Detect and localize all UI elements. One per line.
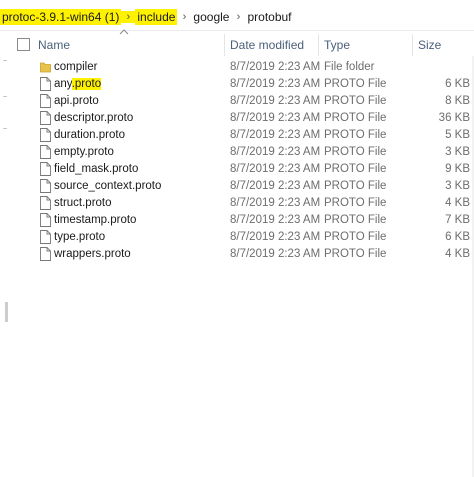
file-name-text: any.proto: [54, 78, 102, 90]
file-date: 8/7/2019 2:23 AM: [230, 61, 321, 73]
file-type: PROTO File: [324, 95, 387, 107]
list-item-struct-proto[interactable]: struct.proto 8/7/2019 2:23 AM PROTO File…: [0, 195, 474, 212]
file-name: source_context.proto: [54, 180, 162, 192]
file-size: 4 KB: [445, 197, 470, 209]
navigation-scrollbar[interactable]: [5, 302, 8, 322]
folder-icon: [40, 62, 51, 73]
file-date: 8/7/2019 2:23 AM: [230, 214, 321, 226]
file-icon: [40, 196, 51, 210]
file-date: 8/7/2019 2:23 AM: [230, 95, 321, 107]
list-item-wrappers-proto[interactable]: wrappers.proto 8/7/2019 2:23 AM PROTO Fi…: [0, 246, 474, 263]
file-explorer-window: protoc-3.9.1-win64 (1) › include › googl…: [0, 0, 474, 477]
breadcrumb-divider: [0, 30, 474, 31]
file-list: compiler 8/7/2019 2:23 AM File folder an…: [0, 59, 474, 263]
file-size: 36 KB: [438, 112, 470, 124]
column-header-size[interactable]: Size: [418, 38, 441, 52]
file-name: type.proto: [54, 231, 106, 243]
file-type: PROTO File: [324, 146, 387, 158]
file-icon: [40, 179, 51, 193]
file-size: 6 KB: [445, 231, 470, 243]
file-size: 6 KB: [445, 78, 470, 90]
file-icon: [40, 128, 51, 142]
file-name: timestamp.proto: [54, 214, 137, 226]
file-icon: [40, 111, 51, 125]
file-name: api.proto: [54, 95, 99, 107]
file-date: 8/7/2019 2:23 AM: [230, 112, 321, 124]
file-size: 8 KB: [445, 95, 470, 107]
file-type: PROTO File: [324, 231, 387, 243]
file-type: PROTO File: [324, 214, 387, 226]
file-name: any.proto: [54, 78, 102, 90]
breadcrumb-item-include[interactable]: include: [135, 9, 178, 25]
file-icon: [40, 77, 51, 91]
file-date: 8/7/2019 2:23 AM: [230, 197, 321, 209]
list-item-empty-proto[interactable]: empty.proto 8/7/2019 2:23 AM PROTO File …: [0, 144, 474, 161]
list-item-duration-proto[interactable]: duration.proto 8/7/2019 2:23 AM PROTO Fi…: [0, 127, 474, 144]
list-item-descriptor-proto[interactable]: descriptor.proto 8/7/2019 2:23 AM PROTO …: [0, 110, 474, 127]
file-size: 3 KB: [445, 146, 470, 158]
file-size: 4 KB: [445, 248, 470, 260]
list-item-api-proto[interactable]: api.proto 8/7/2019 2:23 AM PROTO File 8 …: [0, 93, 474, 110]
file-name: wrappers.proto: [54, 248, 131, 260]
list-item-field-mask-proto[interactable]: field_mask.proto 8/7/2019 2:23 AM PROTO …: [0, 161, 474, 178]
file-icon: [40, 230, 51, 244]
breadcrumb-item-google[interactable]: google: [191, 9, 231, 25]
chevron-right-icon[interactable]: ›: [231, 11, 245, 23]
file-icon: [40, 162, 51, 176]
file-type: PROTO File: [324, 129, 387, 141]
file-icon: [40, 247, 51, 261]
file-type: PROTO File: [324, 180, 387, 192]
file-date: 8/7/2019 2:23 AM: [230, 78, 321, 90]
file-date: 8/7/2019 2:23 AM: [230, 163, 321, 175]
file-type: PROTO File: [324, 248, 387, 260]
column-header-name[interactable]: Name: [38, 38, 70, 52]
file-type: PROTO File: [324, 78, 387, 90]
file-name: compiler: [54, 61, 98, 73]
chevron-right-icon[interactable]: ›: [177, 11, 191, 23]
file-date: 8/7/2019 2:23 AM: [230, 146, 321, 158]
file-date: 8/7/2019 2:23 AM: [230, 180, 321, 192]
file-size: 9 KB: [445, 163, 470, 175]
column-header-row: Name Date modified Type Size: [0, 34, 474, 54]
column-header-date-modified[interactable]: Date modified: [230, 38, 304, 52]
file-name: empty.proto: [54, 146, 114, 158]
file-name: descriptor.proto: [54, 112, 134, 124]
highlighted-extension: .proto: [71, 78, 102, 90]
list-item-compiler[interactable]: compiler 8/7/2019 2:23 AM File folder: [0, 59, 474, 76]
file-name: struct.proto: [54, 197, 112, 209]
file-type: PROTO File: [324, 163, 387, 175]
chevron-right-icon[interactable]: ›: [121, 11, 136, 23]
file-icon: [40, 145, 51, 159]
file-icon: [40, 213, 51, 227]
list-item-source-context-proto[interactable]: source_context.proto 8/7/2019 2:23 AM PR…: [0, 178, 474, 195]
file-date: 8/7/2019 2:23 AM: [230, 231, 321, 243]
list-item-timestamp-proto[interactable]: timestamp.proto 8/7/2019 2:23 AM PROTO F…: [0, 212, 474, 229]
column-divider[interactable]: [318, 34, 319, 56]
file-size: 3 KB: [445, 180, 470, 192]
column-divider[interactable]: [224, 34, 225, 56]
file-type: PROTO File: [324, 112, 387, 124]
column-header-type[interactable]: Type: [324, 38, 350, 52]
file-type: PROTO File: [324, 197, 387, 209]
file-icon: [40, 94, 51, 108]
breadcrumb: protoc-3.9.1-win64 (1) › include › googl…: [0, 6, 474, 28]
breadcrumb-item-protobuf[interactable]: protobuf: [245, 9, 293, 25]
column-divider[interactable]: [412, 34, 413, 56]
file-date: 8/7/2019 2:23 AM: [230, 129, 321, 141]
file-size: 5 KB: [445, 129, 470, 141]
file-name: field_mask.proto: [54, 163, 139, 175]
list-item-type-proto[interactable]: type.proto 8/7/2019 2:23 AM PROTO File 6…: [0, 229, 474, 246]
file-size: 7 KB: [445, 214, 470, 226]
file-date: 8/7/2019 2:23 AM: [230, 248, 321, 260]
file-name: duration.proto: [54, 129, 125, 141]
file-type: File folder: [324, 61, 375, 73]
breadcrumb-item-protoc[interactable]: protoc-3.9.1-win64 (1): [0, 9, 122, 25]
list-item-any-proto[interactable]: any.proto 8/7/2019 2:23 AM PROTO File 6 …: [0, 76, 474, 93]
